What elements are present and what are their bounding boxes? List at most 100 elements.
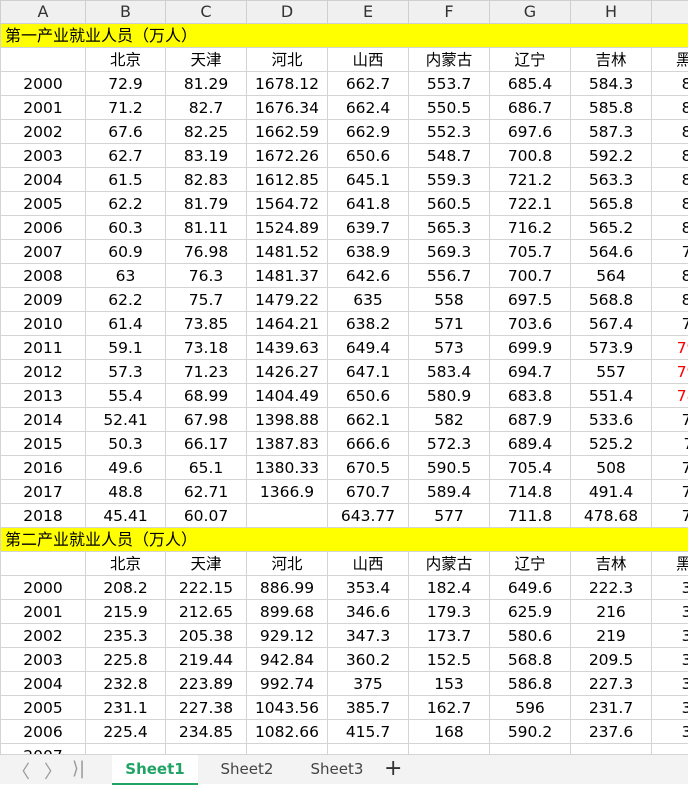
data-cell[interactable]: 689.4 [490,432,571,456]
data-cell[interactable]: 65.1 [166,456,247,480]
header-cell[interactable]: 内蒙古 [409,552,490,576]
data-cell[interactable] [490,744,571,755]
data-cell[interactable]: 375 [328,672,409,696]
data-cell[interactable]: 1678.12 [247,72,328,96]
data-cell[interactable]: 60.07 [166,504,247,528]
header-cell[interactable]: 黑龙 [652,48,688,72]
data-cell[interactable]: 1672.26 [247,144,328,168]
data-cell[interactable]: 80 [652,264,688,288]
year-cell[interactable]: 2002 [1,120,86,144]
data-cell[interactable]: 222.15 [166,576,247,600]
data-cell[interactable]: 694.7 [490,360,571,384]
data-cell[interactable]: 37 [652,720,688,744]
tab-sheet1[interactable]: Sheet1 [112,755,198,785]
data-cell[interactable]: 550.5 [409,96,490,120]
year-cell[interactable]: 2008 [1,264,86,288]
column-header[interactable] [652,1,688,24]
data-cell[interactable]: 219.44 [166,648,247,672]
data-cell[interactable]: 639.7 [328,216,409,240]
data-cell[interactable]: 590.5 [409,456,490,480]
data-cell[interactable]: 585.8 [571,96,652,120]
data-cell[interactable]: 548.7 [409,144,490,168]
data-cell[interactable]: 1380.33 [247,456,328,480]
data-cell[interactable]: 596 [490,696,571,720]
data-cell[interactable]: 666.6 [328,432,409,456]
data-cell[interactable]: 722.1 [490,192,571,216]
data-cell[interactable]: 62.7 [86,144,166,168]
data-cell[interactable]: 643.77 [328,504,409,528]
data-cell[interactable]: 73 [652,504,688,528]
data-cell[interactable]: 650.6 [328,144,409,168]
data-cell[interactable]: 705.7 [490,240,571,264]
column-header[interactable]: G [490,1,571,24]
column-header[interactable]: C [166,1,247,24]
data-cell[interactable]: 33 [652,600,688,624]
data-cell[interactable]: 700.7 [490,264,571,288]
last-sheet-icon[interactable]: ⟩| [72,758,85,779]
data-cell[interactable]: 557 [571,360,652,384]
data-cell[interactable]: 81.29 [166,72,247,96]
data-cell[interactable]: 670.7 [328,480,409,504]
section-title-cell[interactable]: 第二产业就业人员（万人） [1,528,688,552]
data-cell[interactable]: 564 [571,264,652,288]
data-cell[interactable]: 231.7 [571,696,652,720]
data-cell[interactable]: 583.4 [409,360,490,384]
column-header[interactable]: F [409,1,490,24]
data-cell[interactable]: 80 [652,216,688,240]
data-cell[interactable]: 565.3 [409,216,490,240]
data-cell[interactable]: 645.1 [328,168,409,192]
next-sheet-icon[interactable]: 〉 [44,758,62,784]
year-cell[interactable]: 2000 [1,72,86,96]
data-cell[interactable]: 582 [409,408,490,432]
data-cell[interactable]: 587.3 [571,120,652,144]
add-sheet-button[interactable]: + [384,755,402,783]
data-cell[interactable]: 784 [652,384,688,408]
data-cell[interactable]: 700.8 [490,144,571,168]
year-cell[interactable]: 2006 [1,216,86,240]
data-cell[interactable]: 72.9 [86,72,166,96]
data-cell[interactable]: 50.3 [86,432,166,456]
header-cell[interactable]: 天津 [166,552,247,576]
data-cell[interactable]: 215.9 [86,600,166,624]
year-cell[interactable]: 2013 [1,384,86,408]
data-cell[interactable] [652,744,688,755]
data-cell[interactable]: 66.17 [166,432,247,456]
data-cell[interactable]: 584.3 [571,72,652,96]
data-cell[interactable]: 642.6 [328,264,409,288]
year-cell[interactable]: 2004 [1,672,86,696]
data-cell[interactable]: 670.5 [328,456,409,480]
data-cell[interactable]: 48.8 [86,480,166,504]
data-cell[interactable]: 478.68 [571,504,652,528]
data-cell[interactable]: 491.4 [571,480,652,504]
data-cell[interactable]: 1481.52 [247,240,328,264]
data-cell[interactable]: 662.9 [328,120,409,144]
data-cell[interactable]: 942.84 [247,648,328,672]
data-cell[interactable]: 1524.89 [247,216,328,240]
data-cell[interactable]: 82.83 [166,168,247,192]
header-cell[interactable]: 山西 [328,552,409,576]
data-cell[interactable] [86,744,166,755]
data-cell[interactable]: 635 [328,288,409,312]
data-cell[interactable]: 1366.9 [247,480,328,504]
data-cell[interactable]: 638.2 [328,312,409,336]
year-cell[interactable]: 2005 [1,696,86,720]
data-cell[interactable]: 73.18 [166,336,247,360]
data-cell[interactable]: 80 [652,72,688,96]
data-cell[interactable]: 225.4 [86,720,166,744]
data-cell[interactable]: 34 [652,576,688,600]
data-cell[interactable]: 647.1 [328,360,409,384]
data-cell[interactable] [328,744,409,755]
header-cell[interactable] [1,552,86,576]
data-cell[interactable]: 686.7 [490,96,571,120]
data-cell[interactable]: 80 [652,120,688,144]
column-header[interactable]: A [1,1,86,24]
data-cell[interactable]: 205.38 [166,624,247,648]
data-cell[interactable]: 7( [652,432,688,456]
data-cell[interactable]: 1479.22 [247,288,328,312]
data-cell[interactable]: 49.6 [86,456,166,480]
data-cell[interactable]: 31 [652,648,688,672]
section-title-cell[interactable]: 第一产业就业人员（万人） [1,24,688,48]
data-cell[interactable]: 80 [652,96,688,120]
year-cell[interactable]: 2011 [1,336,86,360]
data-cell[interactable]: 508 [571,456,652,480]
